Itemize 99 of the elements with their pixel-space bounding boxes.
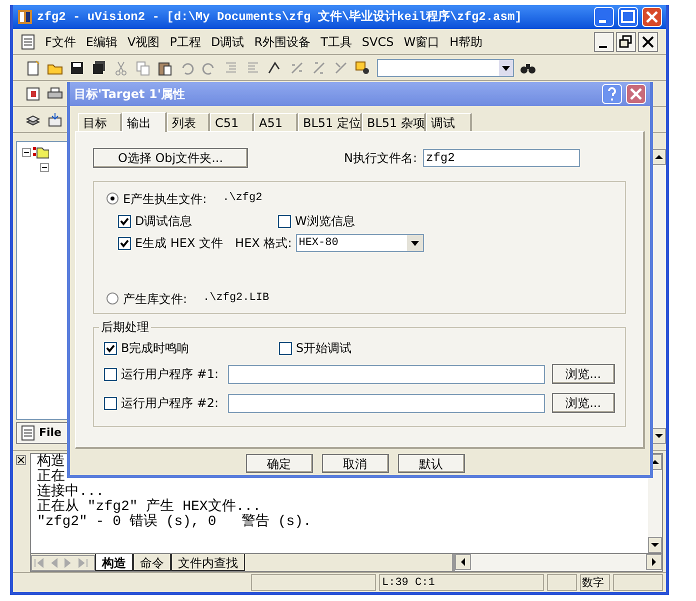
dialog-button[interactable]: 确定 [246,454,312,473]
scrollbar[interactable] [648,454,662,553]
browse-button[interactable]: 浏览... [552,393,615,413]
dropdown-icon [406,235,423,251]
outdent-icon [245,60,261,76]
num-lock-indicator: 数字 [580,574,610,591]
checkbox[interactable] [278,214,291,228]
dropdown-value: HEX-80 [298,236,338,251]
menu-item[interactable]: P工程 [170,32,201,50]
menu-item[interactable]: F文件 [45,32,76,50]
browse-button[interactable]: 浏览... [552,364,615,384]
copy-icon [135,60,151,76]
checkbox[interactable] [104,368,117,380]
checkbox[interactable] [118,236,131,250]
cut-icon [113,60,129,76]
menu-item[interactable]: E编辑 [86,32,118,50]
output-line: 构造 [37,455,65,470]
select-folder-button[interactable]: O选择 Obj文件夹... [93,148,248,168]
folder-icon [33,145,49,159]
check-icon [106,344,115,352]
dialog-tab[interactable]: 调试 [426,113,472,131]
output-tab[interactable]: 命令 [133,554,171,571]
checkbox[interactable] [279,342,292,354]
minimize-icon [594,32,614,52]
format-dropdown[interactable]: HEX-80 [296,234,424,252]
document-icon [21,34,35,50]
field-label: HEX 格式: [235,235,292,252]
scrollbar[interactable] [652,149,666,444]
paste-icon [157,60,173,76]
help-icon [602,84,622,104]
dialog-tab[interactable]: BL51 杂项 [362,113,426,131]
close-icon [642,7,662,27]
checkbox[interactable] [118,214,131,228]
menu-item[interactable]: H帮助 [450,32,483,50]
collapse-icon [22,148,31,156]
dialog-button[interactable]: 默认 [398,454,464,473]
menu-item[interactable]: SVCS [362,32,394,50]
indent-icon [223,60,239,76]
checkbox[interactable] [104,342,117,354]
output-tab[interactable]: 文件内查找 [171,554,245,571]
checkbox-label: S开始调试 [296,340,352,357]
maximize-icon [618,7,638,27]
check-icon [120,216,129,226]
cursor-position: L:39 C:1 [379,574,544,591]
radio-button[interactable] [106,292,119,305]
document-icon [21,425,35,441]
dialog-title: 目标'Target 1'属性 [74,86,186,103]
output-line: 连接中... [37,485,104,500]
output-line: "zfg2" - 0 错误 (s), 0 警告 (s). [37,515,312,530]
menu-item[interactable]: R外围设备 [254,32,311,50]
checkbox-label: B完成时鸣响 [121,340,190,357]
menu-item[interactable]: T工具 [320,32,352,50]
path-text: .\zfg2 [222,191,262,206]
group-title: 后期处理 [99,320,151,334]
dialog-tab[interactable]: A51 [254,113,298,131]
menu-item[interactable]: W窗口 [404,32,440,50]
close-icon [16,455,26,465]
window-title: zfg2 - uVision2 - [d:\My Documents\zfg 文件\毕业设计keil程序\zfg2.asm] [37,8,523,26]
app-icon [17,9,33,25]
tab-label: File [39,424,62,441]
download-icon [47,112,63,128]
radio-label: E产生执生文件: [123,190,207,208]
printer-icon [47,86,63,102]
radio-label: 产生库文件: [123,290,188,308]
checkbox-label: E生成 HEX 文件 [135,235,224,252]
check-icon [120,238,129,248]
program-path-field[interactable] [228,364,545,384]
restore-icon [616,32,636,52]
output-tab[interactable]: 构造 [95,554,133,571]
save-all-icon [91,60,107,76]
dialog-tab[interactable]: 目标 [78,113,122,131]
panel-tab[interactable]: File [16,422,68,444]
minimize-icon [594,7,614,27]
dialog-tab[interactable]: 输出 [122,112,167,132]
checkbox-label: 运行用户程序 #1: [121,366,219,383]
save-icon [69,60,85,76]
dialog-tab[interactable]: 列表 [167,113,210,131]
path-text: .\zfg2.LIB [203,291,270,306]
filename-field[interactable]: zfg2 [423,149,580,167]
dropdown-icon [499,60,513,76]
search-combo[interactable] [377,58,514,76]
dialog-tab[interactable]: BL51 定位 [298,113,362,131]
checkbox-label: 运行用户程序 #2: [121,395,219,412]
radio-button[interactable] [106,192,119,205]
field-label: N执行文件名: [344,150,418,167]
dialog-button[interactable]: 取消 [322,454,388,473]
close-icon [626,84,646,104]
program-path-field[interactable] [228,394,545,412]
close-icon [638,32,658,52]
dialog-tab[interactable]: C51 [210,113,254,131]
new-file-icon [25,60,41,76]
collapse-icon [40,163,49,172]
checkbox-label: W浏览信息 [295,213,355,230]
menu-item[interactable]: V视图 [128,32,160,50]
output-line: 正在从 "zfg2" 产生 HEX文件... [37,500,262,515]
checkbox[interactable] [104,396,117,410]
scrollbar[interactable] [452,554,662,571]
checkbox-label: D调试信息 [135,213,192,230]
menu-item[interactable]: D调试 [210,32,244,50]
